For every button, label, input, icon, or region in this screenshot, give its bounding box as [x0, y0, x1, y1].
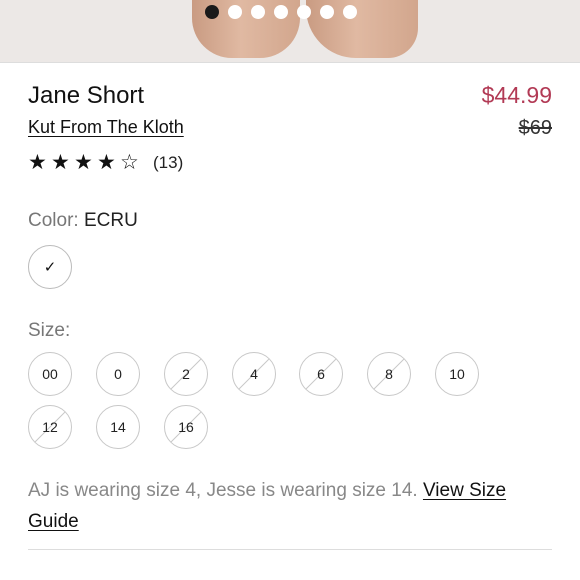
divider — [0, 62, 580, 63]
color-label-text: Color: — [28, 210, 79, 231]
carousel-dot-5[interactable] — [297, 5, 311, 19]
divider — [28, 549, 552, 550]
carousel-dot-1[interactable] — [205, 5, 219, 19]
selected-color: ECRU — [83, 210, 138, 231]
size-option-4[interactable]: 4 — [232, 352, 276, 396]
color-label: Color: ECRU — [28, 210, 138, 232]
model-size-text: AJ is wearing size 4, Jesse is wearing s… — [28, 480, 418, 501]
carousel-dot-4[interactable] — [274, 5, 288, 19]
size-option-0[interactable]: 0 — [96, 352, 140, 396]
carousel-dot-3[interactable] — [251, 5, 265, 19]
size-option-10[interactable]: 10 — [435, 352, 479, 396]
size-option-14[interactable]: 14 — [96, 405, 140, 449]
product-image-carousel[interactable] — [0, 0, 580, 62]
carousel-dot-6[interactable] — [320, 5, 334, 19]
size-option-2[interactable]: 2 — [164, 352, 208, 396]
size-option-label: 6 — [317, 366, 325, 382]
carousel-dot-2[interactable] — [228, 5, 242, 19]
size-option-label: 16 — [178, 419, 194, 435]
sale-price: $44.99 — [481, 82, 552, 108]
model-size-note: AJ is wearing size 4, Jesse is wearing s… — [28, 475, 548, 537]
size-option-label: 00 — [42, 366, 58, 382]
rating[interactable]: ★ ★ ★ ★ ☆ (13) — [28, 152, 183, 173]
size-option-label: 10 — [449, 366, 465, 382]
carousel-dot-7[interactable] — [343, 5, 357, 19]
size-option-16[interactable]: 16 — [164, 405, 208, 449]
size-option-label: 4 — [250, 366, 258, 382]
product-title: Jane Short — [28, 82, 145, 109]
review-count[interactable]: (13) — [153, 153, 183, 173]
carousel-pagination — [205, 5, 357, 19]
brand-link[interactable]: Kut From The Kloth — [28, 117, 184, 138]
size-label: Size: — [28, 320, 71, 341]
size-option-label: 8 — [385, 366, 393, 382]
star-filled-icon: ★ — [74, 151, 93, 174]
star-empty-icon: ☆ — [120, 151, 139, 174]
star-filled-icon: ★ — [51, 151, 70, 174]
size-option-label: 2 — [182, 366, 190, 382]
size-option-8[interactable]: 8 — [367, 352, 411, 396]
color-swatch-ecru[interactable]: ✓ — [28, 245, 72, 289]
size-option-00[interactable]: 00 — [28, 352, 72, 396]
size-option-label: 0 — [114, 366, 122, 382]
original-price: $69 — [518, 117, 552, 139]
size-option-label: 12 — [42, 419, 58, 435]
checkmark-icon: ✓ — [43, 259, 57, 276]
star-filled-icon: ★ — [97, 151, 116, 174]
size-option-6[interactable]: 6 — [299, 352, 343, 396]
size-option-label: 14 — [110, 419, 126, 435]
size-option-12[interactable]: 12 — [28, 405, 72, 449]
star-filled-icon: ★ — [28, 151, 47, 174]
